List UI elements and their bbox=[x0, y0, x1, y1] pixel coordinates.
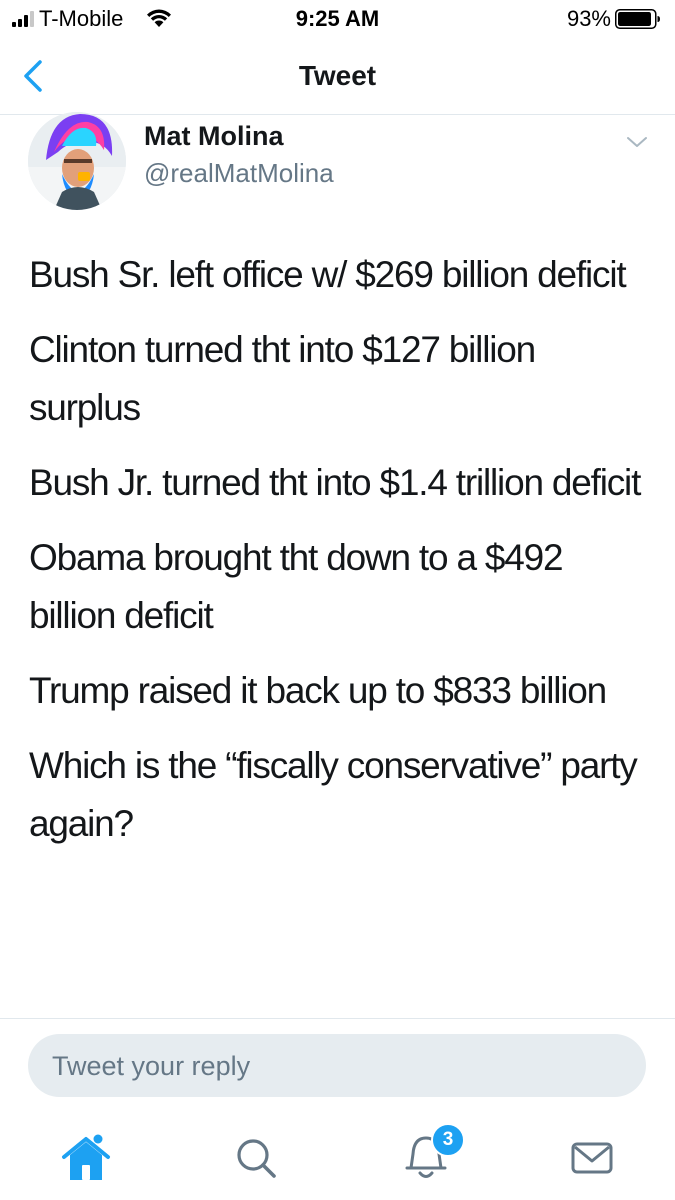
reply-placeholder: Tweet your reply bbox=[52, 1051, 251, 1081]
tweet-line: Bush Sr. left office w/ $269 billion def… bbox=[29, 254, 627, 295]
author-handle[interactable]: @realMatMolina bbox=[144, 157, 334, 189]
battery-icon bbox=[615, 9, 660, 29]
reply-input[interactable]: Tweet your reply bbox=[28, 1034, 646, 1097]
chevron-down-icon[interactable] bbox=[625, 134, 649, 150]
tweet-line: Bush Jr. turned tht into $1.4 trillion d… bbox=[29, 462, 641, 503]
home-icon[interactable] bbox=[58, 1130, 114, 1186]
tweet-line: Clinton turned tht into $127 billion sur… bbox=[29, 329, 536, 428]
tab-bar bbox=[0, 1110, 675, 1200]
battery-percentage: 93% bbox=[566, 6, 611, 31]
notifications-badge: 3 bbox=[431, 1123, 465, 1157]
envelope-icon[interactable] bbox=[564, 1130, 620, 1186]
author-name[interactable]: Mat Molina bbox=[144, 120, 284, 152]
tweet-text: Bush Sr. left office w/ $269 billion def… bbox=[29, 246, 649, 1018]
nav-bar: Tweet bbox=[0, 38, 675, 115]
divider bbox=[0, 1018, 675, 1019]
avatar[interactable] bbox=[28, 112, 126, 210]
tweet-line: Trump raised it back up to $833 billion bbox=[29, 670, 607, 711]
page-title: Tweet bbox=[298, 60, 377, 91]
avatar-image bbox=[28, 112, 126, 210]
tweet-line: Obama brought tht down to a $492 billion… bbox=[29, 537, 564, 636]
search-icon[interactable] bbox=[228, 1130, 284, 1186]
status-bar: T-Mobile 9:25 AM 93% bbox=[0, 0, 675, 38]
tweet-line: Which is the “fiscally conservative” par… bbox=[29, 745, 638, 844]
